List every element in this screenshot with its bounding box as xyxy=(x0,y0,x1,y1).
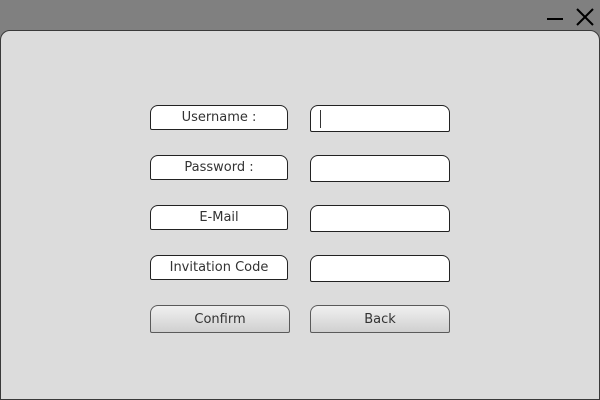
back-button[interactable]: Back xyxy=(310,305,450,333)
password-label: Password : xyxy=(150,155,288,180)
username-label: Username : xyxy=(150,105,288,130)
email-label: E-Mail xyxy=(150,205,288,230)
minimize-button[interactable] xyxy=(545,6,567,28)
username-input[interactable] xyxy=(310,105,450,132)
password-input[interactable] xyxy=(310,155,450,182)
close-button[interactable] xyxy=(574,6,596,28)
minimize-icon xyxy=(547,18,563,20)
titlebar xyxy=(0,0,600,32)
text-caret xyxy=(320,110,321,128)
confirm-button[interactable]: Confirm xyxy=(150,305,290,333)
close-icon xyxy=(576,8,594,26)
invitation-code-label: Invitation Code xyxy=(150,255,288,280)
email-input[interactable] xyxy=(310,205,450,232)
invitation-code-input[interactable] xyxy=(310,255,450,282)
registration-window: Username : Password : E-Mail Invitation … xyxy=(0,0,600,400)
form-panel xyxy=(0,30,600,400)
